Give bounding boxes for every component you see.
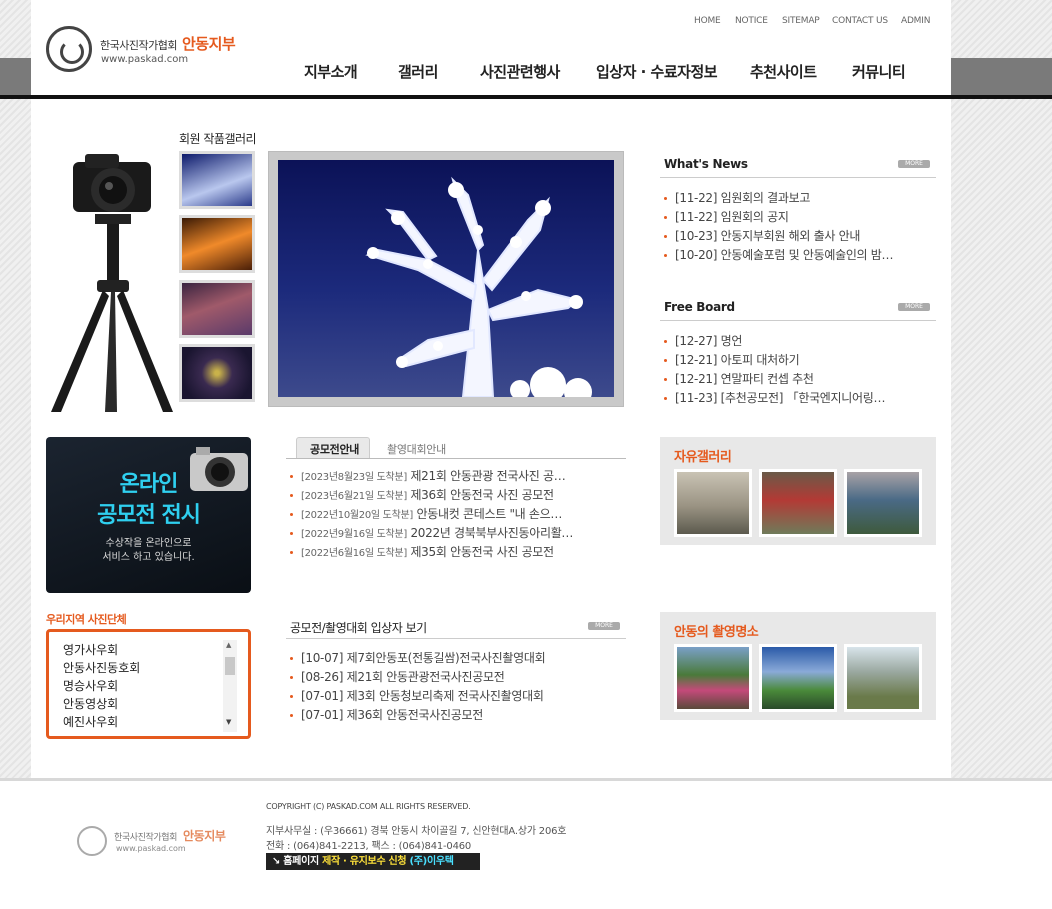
- winners-title: 공모전/촬영대회 입상자 보기: [290, 621, 427, 635]
- nav-community[interactable]: 커뮤니티: [852, 61, 906, 82]
- badge-homepage: 홈페이지: [283, 856, 319, 867]
- member-gallery-title: 회원 작품갤러리: [179, 132, 257, 146]
- region-club-item[interactable]: 영가사우회: [63, 641, 118, 658]
- contest-item[interactable]: [2023년6월21일 도착분] 제36회 안동전국 사진 공모전: [290, 486, 602, 503]
- util-sitemap-link[interactable]: SITEMAP: [782, 16, 820, 26]
- photo-spots-title[interactable]: 안동의 촬영명소: [674, 621, 759, 640]
- board-divider: [660, 320, 936, 321]
- tab-contest-info-label[interactable]: 공모전안내: [310, 441, 359, 457]
- scroll-up-icon[interactable]: ▲: [226, 641, 231, 649]
- news-item[interactable]: [10-20] 안동예술포럼 및 안동예술인의 밤…: [664, 246, 934, 263]
- region-clubs-listbox[interactable]: 영가사우회 안동사진동호회 명승사우회 안동영상회 예진사우회 ▲ ▼: [46, 629, 251, 739]
- winners-more-button[interactable]: MORE: [588, 622, 620, 630]
- free-gallery-thumb-3[interactable]: [844, 469, 922, 537]
- badge-company: (주)이우텍: [409, 856, 454, 867]
- util-notice-link[interactable]: NOTICE: [735, 16, 768, 26]
- news-title: What's News: [664, 157, 748, 171]
- scroll-down-icon[interactable]: ▼: [226, 718, 231, 726]
- board-more-button[interactable]: MORE: [898, 303, 930, 311]
- nav-photo-events[interactable]: 사진관련행사: [480, 61, 560, 82]
- nav-winners-info[interactable]: 입상자 · 수료자정보: [596, 61, 718, 82]
- footer-phone: 전화 : (064)841-2213, 팩스 : (064)841-0460: [266, 841, 472, 852]
- free-gallery-title[interactable]: 자유갤러리: [674, 446, 732, 465]
- frosted-tree-image: [365, 176, 592, 397]
- photo-spot-thumb-1[interactable]: [674, 644, 752, 712]
- arrow-icon: ↘: [272, 856, 281, 867]
- contest-tab-divider: [286, 458, 626, 459]
- board-item[interactable]: [12-21] 아토피 대처하기: [664, 351, 934, 368]
- tab-shooting-contest-info[interactable]: 촬영대회안내: [387, 441, 446, 457]
- photo-spot-thumb-2[interactable]: [759, 644, 837, 712]
- news-more-button[interactable]: MORE: [898, 160, 930, 168]
- logo-url: www.paskad.com: [101, 54, 189, 65]
- footer-address: 지부사무실 : (우36661) 경북 안동시 차이골길 7, 신안현대A.상가…: [266, 826, 567, 837]
- board-item[interactable]: [11-23] [추천공모전] 「한국엔지니어링…: [664, 389, 934, 406]
- gallery-thumb-2[interactable]: [179, 215, 255, 273]
- online-sub-1: 수상작을 온라인으로: [105, 538, 192, 549]
- region-club-item[interactable]: 예진사우회: [63, 713, 118, 730]
- contest-item[interactable]: [2022년6월16일 도착분] 제35회 안동전국 사진 공모전: [290, 543, 602, 560]
- gallery-thumb-4[interactable]: [179, 344, 255, 402]
- footer-logo-icon: [77, 826, 107, 856]
- online-sub-2: 서비스 하고 있습니다.: [102, 552, 195, 563]
- footer-logo-org: 한국사진작가협회: [114, 833, 178, 843]
- contest-item[interactable]: [2022년9월16일 도착분] 2022년 경북북부사진동아리활…: [290, 524, 602, 541]
- news-item[interactable]: [11-22] 임원회의 공지: [664, 208, 934, 225]
- nav-gallery[interactable]: 갤러리: [398, 61, 438, 82]
- free-gallery-thumb-1[interactable]: [674, 469, 752, 537]
- util-admin-link[interactable]: ADMIN: [901, 16, 930, 26]
- maintenance-request-badge[interactable]: ↘ 홈페이지 제작 · 유지보수 신청 (주)이우텍: [266, 853, 480, 870]
- logo-org-name[interactable]: 한국사진작가협회: [100, 37, 177, 53]
- header-divider: [0, 95, 1052, 99]
- camera-tripod-image: [51, 154, 173, 412]
- news-item[interactable]: [10-23] 안동지부회원 해외 출사 안내: [664, 227, 934, 244]
- online-banner-line1: 온라인: [119, 472, 179, 497]
- online-banner-line2: 공모전 전시: [97, 503, 201, 528]
- logo-emblem-icon[interactable]: [46, 26, 92, 72]
- gallery-thumb-3[interactable]: [179, 280, 255, 338]
- winner-item[interactable]: [07-01] 제36회 안동전국사진공모전: [290, 706, 620, 723]
- board-item[interactable]: [12-21] 연말파티 컨셉 추천: [664, 370, 934, 387]
- board-item[interactable]: [12-27] 명언: [664, 332, 934, 349]
- photo-spot-thumb-3[interactable]: [844, 644, 922, 712]
- region-club-item[interactable]: 명승사우회: [63, 677, 118, 694]
- footer-logo-branch: 안동지부: [183, 829, 226, 843]
- winner-item[interactable]: [07-01] 제3회 안동청보리축제 전국사진촬영대회: [290, 687, 620, 704]
- board-title: Free Board: [664, 300, 735, 314]
- region-club-item[interactable]: 안동영상회: [63, 695, 118, 712]
- footer-copyright: COPYRIGHT (C) PASKAD.COM ALL RIGHTS RESE…: [266, 802, 471, 811]
- badge-request: 제작 · 유지보수 신청: [322, 856, 407, 867]
- online-exhibition-banner[interactable]: 온라인 공모전 전시 수상작을 온라인으로 서비스 하고 있습니다.: [46, 437, 251, 593]
- region-club-item[interactable]: 안동사진동호회: [63, 659, 140, 676]
- online-banner-subtext: 수상작을 온라인으로 서비스 하고 있습니다.: [46, 537, 251, 565]
- news-item[interactable]: [11-22] 임원회의 결과보고: [664, 189, 934, 206]
- free-gallery-thumb-2[interactable]: [759, 469, 837, 537]
- news-divider: [660, 177, 936, 178]
- util-home-link[interactable]: HOME: [694, 16, 721, 26]
- util-contact-link[interactable]: CONTACT US: [832, 16, 888, 26]
- contest-item[interactable]: [2022년10월20일 도착분] 안동내컷 콘테스트 "내 손으…: [290, 505, 602, 522]
- gallery-thumb-1[interactable]: [179, 151, 255, 209]
- region-clubs-title: 우리지역 사진단체: [46, 613, 127, 626]
- nav-recommended-sites[interactable]: 추천사이트: [750, 61, 817, 82]
- contest-item[interactable]: [2023년8월23일 도착분] 제21회 안동관광 전국사진 공…: [290, 467, 602, 484]
- winner-item[interactable]: [10-07] 제7회안동포(전통길쌈)전국사진촬영대회: [290, 649, 620, 666]
- nav-branch-intro[interactable]: 지부소개: [304, 61, 358, 82]
- winner-item[interactable]: [08-26] 제21회 안동관광전국사진공모전: [290, 668, 620, 685]
- logo-branch-name[interactable]: 안동지부: [182, 33, 236, 54]
- winners-divider: [286, 638, 626, 639]
- footer-logo-url: www.paskad.com: [116, 844, 186, 853]
- listbox-scroll-thumb[interactable]: [225, 657, 235, 675]
- featured-photo[interactable]: [278, 160, 614, 397]
